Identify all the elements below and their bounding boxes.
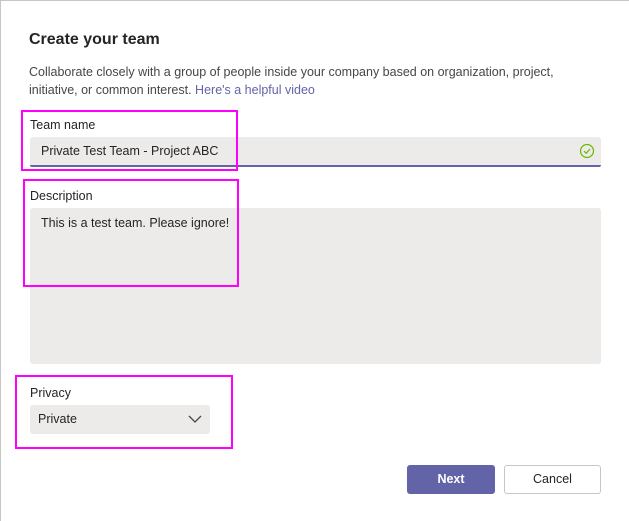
chevron-down-icon	[188, 415, 202, 423]
team-name-value: Private Test Team - Project ABC	[41, 144, 219, 158]
check-circle-icon	[579, 143, 595, 159]
team-name-label: Team name	[30, 118, 96, 132]
privacy-dropdown[interactable]: Private	[30, 405, 210, 434]
description-textarea[interactable]: This is a test team. Please ignore!	[30, 208, 601, 364]
team-name-input[interactable]: Private Test Team - Project ABC	[30, 137, 601, 167]
cancel-button[interactable]: Cancel	[504, 465, 601, 494]
description-value: This is a test team. Please ignore!	[41, 216, 230, 230]
next-button[interactable]: Next	[407, 465, 495, 494]
dialog-title: Create your team	[29, 31, 160, 48]
dialog-subtitle: Collaborate closely with a group of peop…	[29, 63, 599, 99]
helpful-video-link[interactable]: Here's a helpful video	[195, 83, 315, 97]
privacy-label: Privacy	[30, 386, 71, 400]
privacy-selected-value: Private	[38, 412, 77, 426]
create-team-dialog: Create your team Collaborate closely wit…	[0, 0, 629, 521]
description-label: Description	[30, 189, 93, 203]
